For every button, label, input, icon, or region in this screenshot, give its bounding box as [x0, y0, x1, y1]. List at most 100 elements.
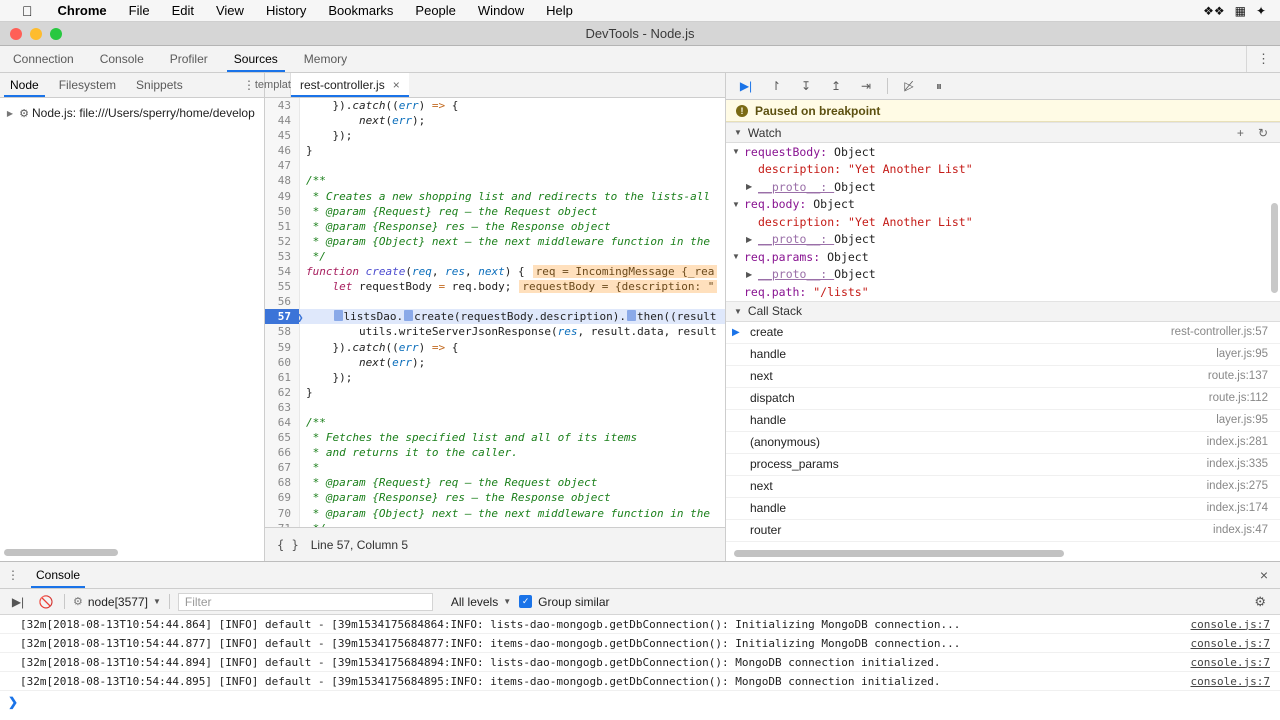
console-prompt[interactable]: ❯ — [0, 691, 1280, 713]
line-number[interactable]: 65 — [265, 430, 300, 446]
pretty-print-icon[interactable]: { } — [277, 538, 299, 552]
refresh-watch-icon[interactable]: ↻ — [1258, 126, 1268, 140]
watch-section-header[interactable]: ▼ Watch + ↻ — [726, 122, 1280, 143]
code-line[interactable]: 57 listsDao. create(requestBody.descripti… — [265, 309, 725, 325]
menubar-item-people[interactable]: People — [404, 3, 466, 18]
line-number[interactable]: 69 — [265, 490, 300, 506]
tab-connection[interactable]: Connection — [0, 46, 87, 72]
call-stack-frame[interactable]: process_params index.js:335 — [726, 454, 1280, 476]
line-number[interactable]: 59 — [265, 339, 300, 355]
call-stack-frame[interactable]: dispatch route.js:112 — [726, 388, 1280, 410]
deactivate-breakpoints-icon[interactable]: ▷̸ — [897, 75, 921, 97]
console-message-source-link[interactable]: console.js:7 — [1191, 618, 1280, 631]
nav-tab-node[interactable]: Node — [0, 73, 49, 97]
bluetooth-icon[interactable]: ✦ — [1256, 5, 1266, 17]
watch-row[interactable]: ▼ requestBody: Object — [726, 143, 1280, 161]
menubar-item-view[interactable]: View — [205, 3, 255, 18]
console-sidebar-toggle-icon[interactable]: ▶| — [8, 595, 28, 609]
call-stack-section-header[interactable]: ▼ Call Stack — [726, 300, 1280, 322]
drawer-more-menu-icon[interactable]: ⋮ — [0, 562, 26, 588]
line-number[interactable]: 49 — [265, 188, 300, 204]
code-line[interactable]: 59 }).catch((err) => { — [265, 339, 725, 355]
code-line[interactable]: 51 * @param {Response} res – the Respons… — [265, 218, 725, 234]
drawer-tab-console[interactable]: Console — [26, 562, 90, 588]
menubar-item-file[interactable]: File — [118, 3, 161, 18]
call-stack-frame[interactable]: handle index.js:174 — [726, 498, 1280, 520]
call-stack-frame[interactable]: handle layer.js:95 — [726, 344, 1280, 366]
code-line[interactable]: 48 /** — [265, 173, 725, 189]
chevron-right-icon[interactable]: ▶ — [746, 235, 758, 244]
watch-row[interactable]: ▼ req.params: Object — [726, 248, 1280, 266]
nav-tab-filesystem[interactable]: Filesystem — [49, 73, 126, 97]
code-line[interactable]: 67 * — [265, 460, 725, 476]
line-number[interactable]: 55 — [265, 279, 300, 295]
line-number[interactable]: 70 — [265, 505, 300, 521]
line-number[interactable]: 47 — [265, 158, 300, 174]
call-stack-frame[interactable]: ▶ create rest-controller.js:57 — [726, 322, 1280, 344]
line-number[interactable]: 68 — [265, 475, 300, 491]
watch-row[interactable]: ▶ __proto__: Object — [726, 231, 1280, 249]
code-line[interactable]: 47 — [265, 158, 725, 174]
chevron-right-icon[interactable]: ▶ — [746, 270, 758, 279]
code-line[interactable]: 62} — [265, 384, 725, 400]
menubar-item-chrome[interactable]: Chrome — [47, 3, 118, 18]
watch-row[interactable]: ▶ __proto__: Object — [726, 266, 1280, 284]
menubar-item-edit[interactable]: Edit — [161, 3, 205, 18]
code-line[interactable]: 44 next(err); — [265, 113, 725, 129]
debugger-horizontal-scrollbar[interactable] — [734, 550, 1064, 557]
line-number[interactable]: 46 — [265, 143, 300, 159]
step-icon[interactable]: ⇥ — [854, 75, 878, 97]
code-line[interactable]: 66 * and returns it to the caller. — [265, 445, 725, 461]
line-number[interactable]: 60 — [265, 354, 300, 370]
add-watch-expression-icon[interactable]: + — [1237, 126, 1244, 140]
code-line[interactable]: 58 utils.writeServerJsonResponse(res, re… — [265, 324, 725, 340]
call-stack-frame[interactable]: (anonymous) index.js:281 — [726, 432, 1280, 454]
step-into-icon[interactable]: ↧ — [794, 75, 818, 97]
watch-vertical-scrollbar[interactable] — [1271, 203, 1278, 293]
call-stack-frame[interactable]: router index.js:47 — [726, 520, 1280, 542]
code-line[interactable]: 56 — [265, 294, 725, 310]
code-line[interactable]: 68 * @param {Request} req – the Request … — [265, 475, 725, 491]
chevron-down-icon[interactable]: ▼ — [734, 128, 742, 137]
devtools-more-menu-icon[interactable]: ⋮ — [1246, 46, 1280, 72]
resume-script-icon[interactable]: ▶| — [734, 75, 758, 97]
tab-memory[interactable]: Memory — [291, 46, 360, 72]
code-line[interactable]: 46} — [265, 143, 725, 159]
close-drawer-icon[interactable]: × — [1248, 562, 1280, 588]
chevron-down-icon[interactable]: ▼ — [732, 200, 744, 209]
tab-console[interactable]: Console — [87, 46, 157, 72]
checkbox-icon[interactable]: ✓ — [519, 595, 533, 608]
execution-context-select[interactable]: ⚙ node[3577] ▼ — [73, 595, 161, 609]
line-number[interactable]: 53 — [265, 248, 300, 265]
console-message-source-link[interactable]: console.js:7 — [1191, 656, 1280, 669]
pause-on-exceptions-icon[interactable]: ⏸ — [927, 75, 951, 97]
call-stack-frame[interactable]: handle layer.js:95 — [726, 410, 1280, 432]
code-line[interactable]: 69 * @param {Response} res – the Respons… — [265, 490, 725, 506]
code-line[interactable]: 43 }).catch((err) => { — [265, 98, 725, 114]
toggle-navigator-icon[interactable]: template; — [255, 73, 300, 97]
line-number[interactable]: 64 — [265, 414, 300, 431]
line-number[interactable]: 48 — [265, 173, 300, 189]
code-line[interactable]: 53 */ — [265, 248, 725, 265]
menubar-item-help[interactable]: Help — [535, 3, 584, 18]
line-number[interactable]: 61 — [265, 369, 300, 385]
line-number[interactable]: 56 — [265, 294, 300, 310]
line-number[interactable]: 45 — [265, 128, 300, 144]
chevron-down-icon[interactable]: ▼ — [732, 147, 744, 156]
console-settings-icon[interactable]: ⚙ — [1254, 594, 1272, 610]
tree-item-nodejs[interactable]: ▶ ⚙ Node.js: file:///Users/sperry/home/d… — [0, 104, 264, 122]
watch-row[interactable]: ▶ __proto__: Object — [726, 178, 1280, 196]
code-line[interactable]: 64 /** — [265, 414, 725, 431]
console-message-source-link[interactable]: console.js:7 — [1191, 675, 1280, 688]
step-out-icon[interactable]: ↥ — [824, 75, 848, 97]
tab-sources[interactable]: Sources — [221, 46, 291, 72]
code-line[interactable]: 52 * @param {Object} next – the next mid… — [265, 233, 725, 249]
code-line[interactable]: 70 * @param {Object} next – the next mid… — [265, 505, 725, 521]
calendar-icon[interactable]: ▦ — [1235, 5, 1246, 17]
menubar-item-bookmarks[interactable]: Bookmarks — [317, 3, 404, 18]
line-number[interactable]: 66 — [265, 445, 300, 461]
watch-row[interactable]: description: "Yet Another List" — [726, 161, 1280, 179]
code-line[interactable]: 63 — [265, 399, 725, 415]
code-line[interactable]: 61 }); — [265, 369, 725, 385]
apple-logo-icon[interactable]:  — [22, 4, 33, 18]
